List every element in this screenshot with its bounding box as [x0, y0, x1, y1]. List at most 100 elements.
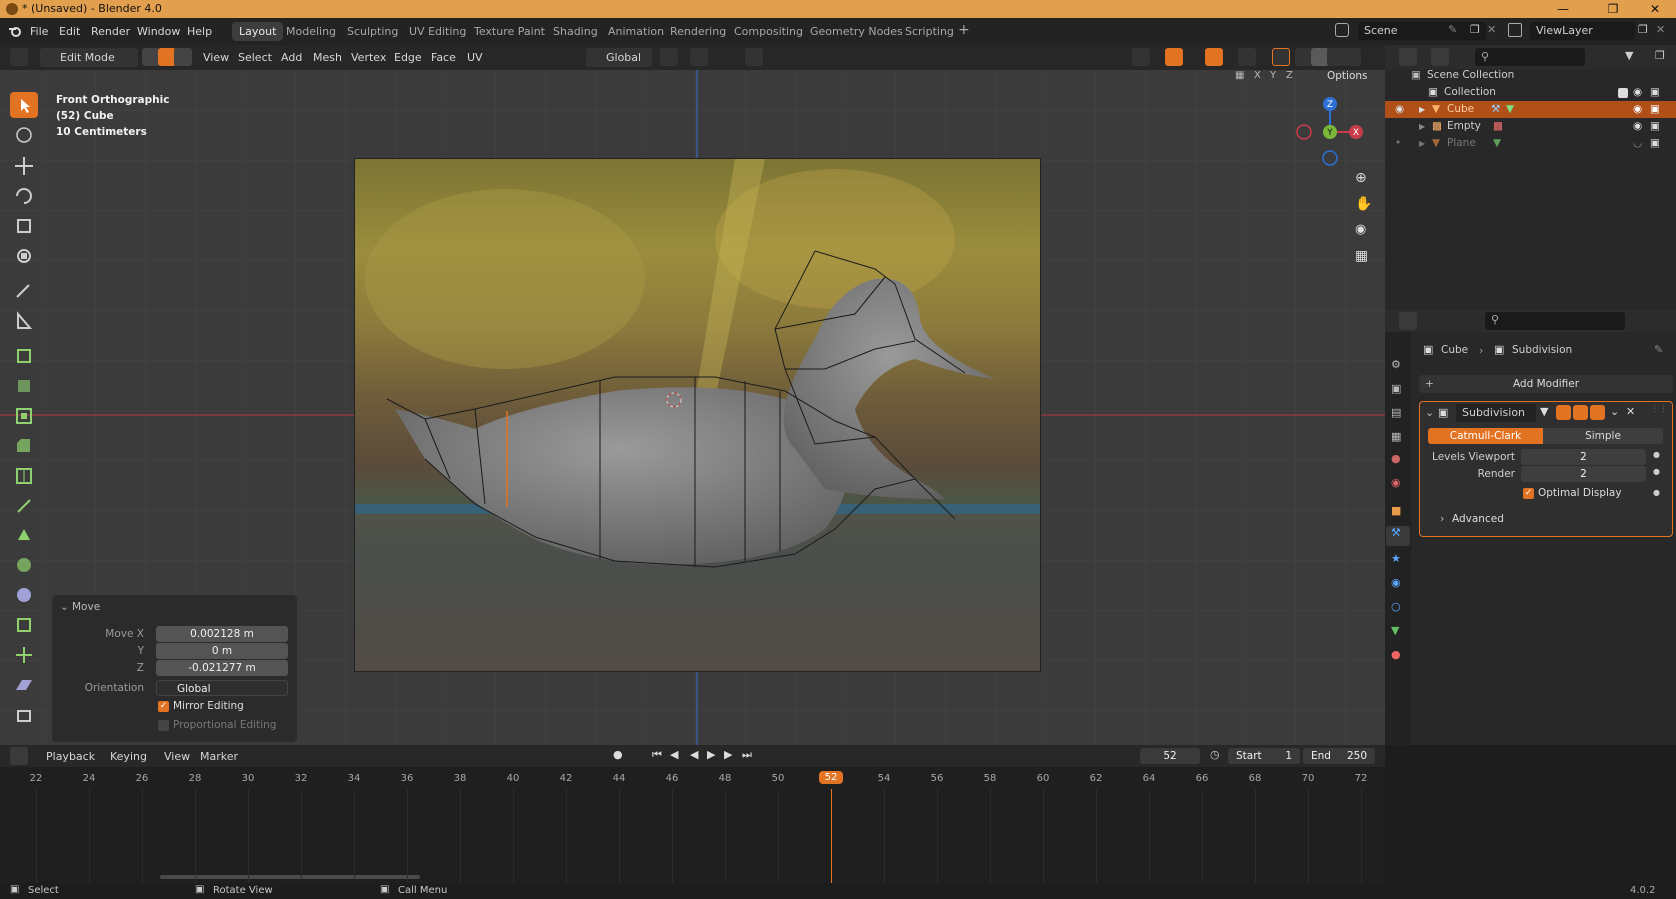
edge-slide-tool-icon[interactable]	[10, 612, 38, 638]
menu-select[interactable]: Select	[238, 48, 272, 67]
menu-add[interactable]: Add	[281, 48, 302, 67]
particles-tab-icon[interactable]: ★	[1391, 552, 1401, 565]
menu-view[interactable]: View	[203, 48, 229, 67]
timeline-editor-icon[interactable]	[10, 747, 28, 765]
maximize-icon[interactable]: ❐	[1590, 0, 1636, 18]
frame-tick-label[interactable]: 46	[660, 773, 684, 784]
pan-hand-icon[interactable]: ✋	[1355, 196, 1375, 216]
outliner-row-empty[interactable]: ▶ ▩ Empty ▩ ◉ ▣	[1385, 118, 1676, 135]
output-tab-icon[interactable]: ▤	[1391, 406, 1401, 419]
mirror-x[interactable]: X	[1254, 70, 1261, 81]
visibility-icon[interactable]	[1132, 48, 1150, 66]
orientation-dropdown[interactable]: Global	[586, 48, 652, 67]
tab-scripting[interactable]: Scripting	[898, 22, 961, 41]
properties-editor-icon[interactable]	[1399, 312, 1417, 330]
modifier-wrench-icon[interactable]: ⚒	[1491, 101, 1500, 118]
frame-tick-label[interactable]: 28	[183, 773, 207, 784]
frame-tick-label[interactable]: 24	[77, 773, 101, 784]
play-icon[interactable]: ▶	[707, 748, 715, 761]
frame-tick-label[interactable]: 56	[925, 773, 949, 784]
mesh-data-icon[interactable]: ▼	[1506, 101, 1514, 118]
select-tool-icon[interactable]	[10, 92, 38, 118]
shrink-fatten-tool-icon[interactable]	[10, 642, 38, 668]
remove-modifier-icon[interactable]: ✕	[1626, 405, 1635, 418]
image-empty-icon[interactable]: ▩	[1493, 118, 1503, 135]
modifier-tab-icon[interactable]: ⚒	[1386, 526, 1410, 546]
on-cage-icon[interactable]: ▼	[1540, 405, 1548, 418]
proportional-editing-checkbox[interactable]	[158, 720, 169, 731]
tab-texture-paint[interactable]: Texture Paint	[467, 22, 552, 41]
frame-tick-label[interactable]: 72	[1349, 773, 1373, 784]
navigation-gizmo[interactable]: Z X Y	[1290, 92, 1370, 172]
keyframe-dot-icon[interactable]: ●	[1653, 467, 1660, 476]
menu-playback[interactable]: Playback	[46, 747, 95, 766]
outliner-row-plane[interactable]: • ▶ ▼ Plane ▼ ◡ ▣	[1385, 135, 1676, 152]
frame-tick-label[interactable]: 58	[978, 773, 1002, 784]
tab-layout[interactable]: Layout	[232, 22, 284, 41]
cube-visibility-eye-icon[interactable]: ◉	[1633, 101, 1642, 118]
material-tab-icon[interactable]: ●	[1391, 648, 1401, 661]
data-tab-icon[interactable]: ▼	[1391, 624, 1399, 637]
object-tab-icon[interactable]: ■	[1391, 504, 1401, 517]
frame-tick-label[interactable]: 22	[24, 773, 48, 784]
simple-tab[interactable]: Simple	[1543, 428, 1663, 444]
frame-tick-label[interactable]: 36	[395, 773, 419, 784]
drag-handle-icon[interactable]: ⋮⋮	[1650, 404, 1668, 414]
keyframe-dot-icon[interactable]: ●	[1653, 450, 1660, 459]
modifier-name-field[interactable]: Subdivision	[1456, 404, 1536, 422]
expand-arrow-icon[interactable]: ▶	[1419, 135, 1425, 152]
keyframe-dot-icon[interactable]: ●	[1653, 488, 1660, 497]
menu-edit[interactable]: Edit	[59, 18, 80, 45]
physics-tab-icon[interactable]: ◉	[1391, 576, 1401, 589]
bevel-tool-icon[interactable]	[10, 432, 38, 458]
extrude-tool-icon[interactable]	[10, 372, 38, 398]
add-modifier-button[interactable]: + Add Modifier	[1419, 375, 1673, 393]
menu-face[interactable]: Face	[431, 48, 456, 67]
frame-tick-label[interactable]: 34	[342, 773, 366, 784]
jump-start-icon[interactable]: ⏮	[652, 748, 662, 762]
outliner-search-input[interactable]	[1475, 48, 1585, 66]
rotate-tool-icon[interactable]	[10, 183, 38, 209]
shear-tool-icon[interactable]	[10, 672, 38, 698]
advanced-chevron-icon[interactable]: ›	[1440, 512, 1444, 525]
add-workspace-icon[interactable]: +	[958, 22, 970, 38]
proportional-edit-icon[interactable]	[745, 48, 763, 66]
render-camera-icon[interactable]: ▣	[1650, 84, 1660, 101]
view-layer-icon[interactable]	[1508, 23, 1522, 37]
play-reverse-icon[interactable]: ◀	[690, 748, 698, 761]
render-tab-icon[interactable]: ▣	[1391, 382, 1401, 395]
plane-hidden-eye-icon[interactable]: ◡	[1633, 135, 1642, 152]
outliner-row-scene[interactable]: ▣ Scene Collection	[1385, 67, 1676, 84]
inset-tool-icon[interactable]	[10, 402, 38, 428]
move-tool-icon[interactable]	[10, 153, 38, 179]
smooth-tool-icon[interactable]	[10, 582, 38, 608]
minimize-icon[interactable]: —	[1540, 0, 1586, 18]
mirror-z[interactable]: Z	[1286, 70, 1293, 81]
plane-render-camera-icon[interactable]: ▣	[1650, 135, 1660, 152]
mode-dropdown[interactable]: Edit Mode	[40, 48, 138, 67]
rip-tool-icon[interactable]	[10, 702, 38, 728]
tab-animation[interactable]: Animation	[601, 22, 671, 41]
timeline-scrollbar[interactable]	[160, 875, 420, 879]
frame-tick-label[interactable]: 44	[607, 773, 631, 784]
collection-checkbox[interactable]	[1618, 88, 1628, 98]
tab-rendering[interactable]: Rendering	[663, 22, 733, 41]
cube-render-camera-icon[interactable]: ▣	[1650, 101, 1660, 118]
tab-uv-editing[interactable]: UV Editing	[402, 22, 473, 41]
render-levels-field[interactable]: 2	[1521, 466, 1646, 482]
editor-type-icon[interactable]	[10, 48, 28, 66]
pivot-point-icon[interactable]	[660, 48, 678, 66]
close-window-icon[interactable]: ✕	[1632, 0, 1676, 18]
move-x-field[interactable]: 0.002128 m	[156, 626, 288, 642]
menu-window[interactable]: Window	[137, 18, 180, 45]
frame-tick-label[interactable]: 38	[448, 773, 472, 784]
overlay-toggle-icon[interactable]	[1205, 48, 1223, 66]
frame-tick-label[interactable]: 70	[1296, 773, 1320, 784]
prev-keyframe-icon[interactable]: ◀	[670, 748, 678, 761]
loop-cut-tool-icon[interactable]	[10, 462, 38, 488]
menu-marker[interactable]: Marker	[200, 747, 238, 766]
render-toggle-icon[interactable]	[1590, 405, 1605, 420]
levels-viewport-field[interactable]: 2	[1521, 449, 1646, 465]
camera-view-icon[interactable]: ◉	[1355, 222, 1375, 242]
edit-mode-toggle-icon[interactable]	[1556, 405, 1571, 420]
